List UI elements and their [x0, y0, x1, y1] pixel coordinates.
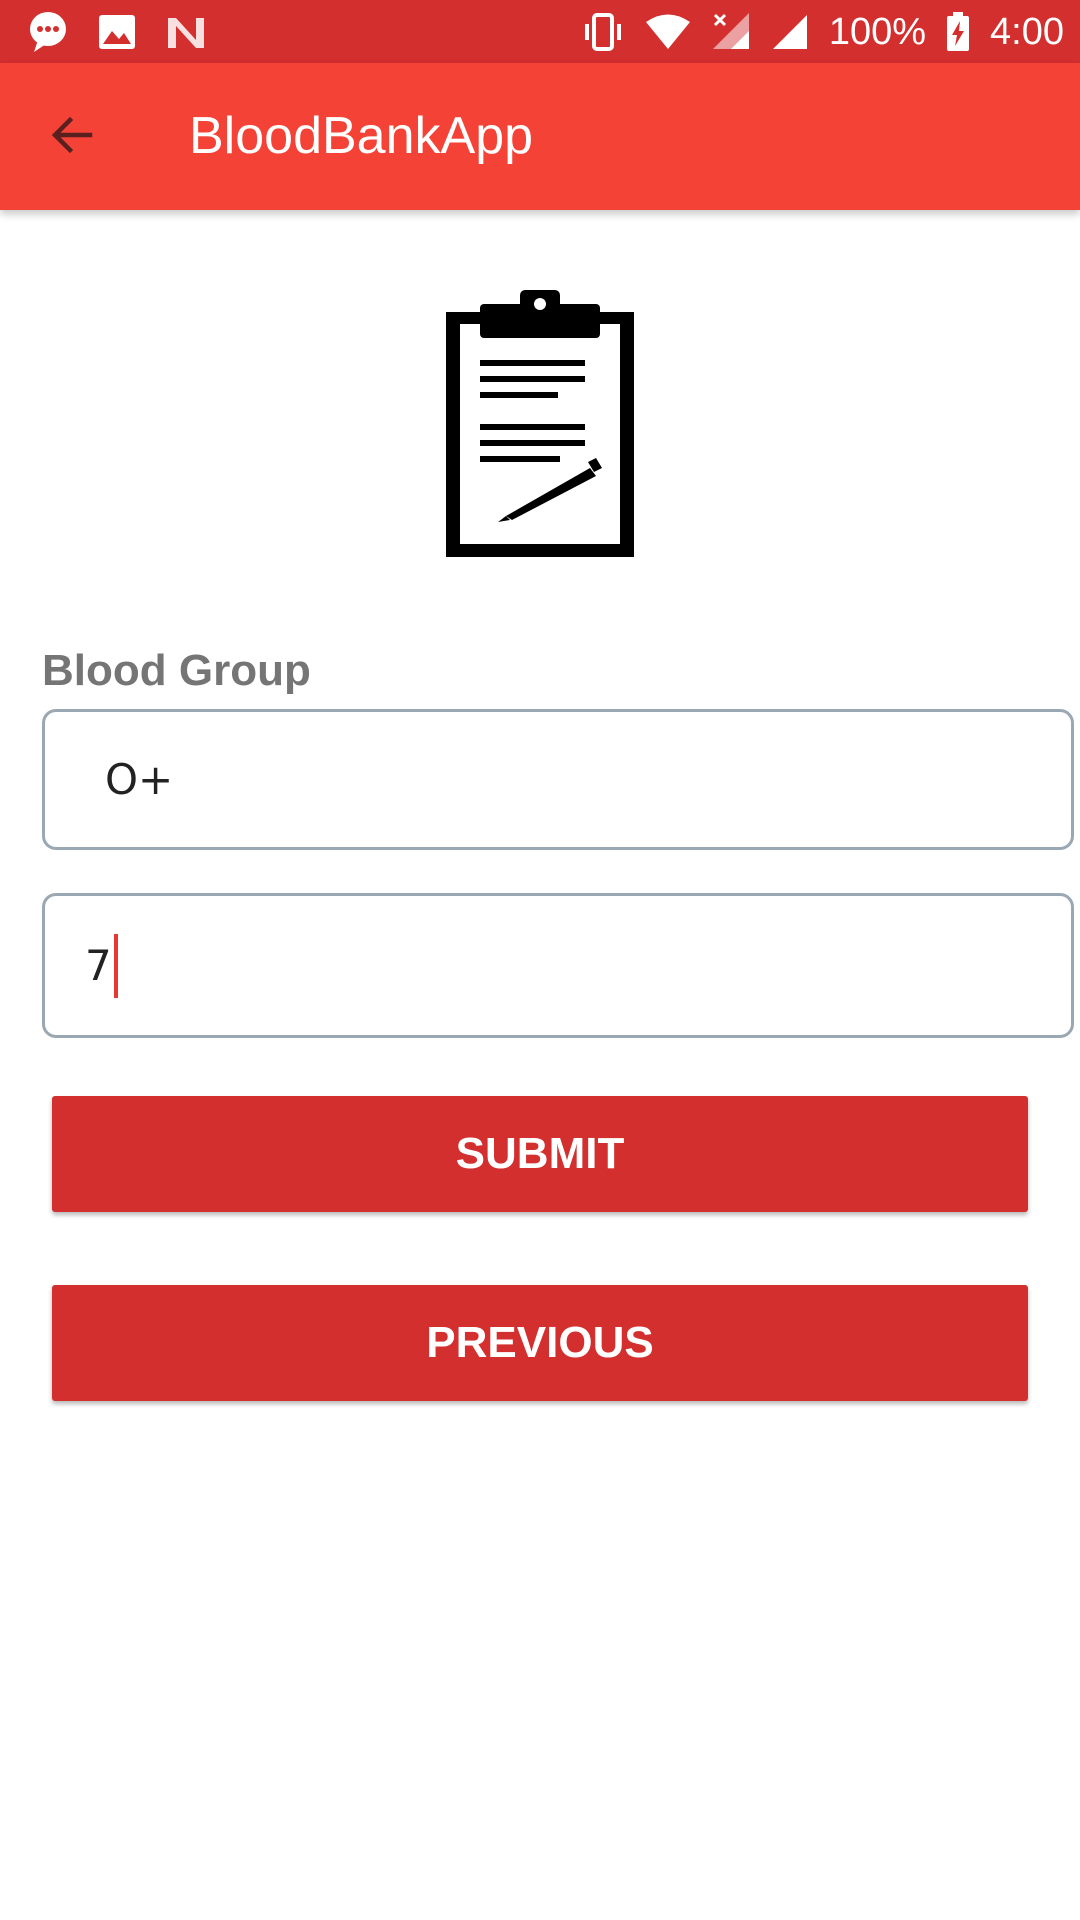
status-bar: 100% 4:00 [0, 0, 1080, 63]
app-bar: BloodBankApp [0, 63, 1080, 210]
clock: 4:00 [990, 10, 1064, 53]
units-field[interactable]: 7 [42, 893, 1074, 1038]
units-value: 7 [85, 941, 112, 990]
status-system: 100% 4:00 [581, 10, 1064, 54]
blood-group-label: Blood Group [42, 646, 311, 695]
submit-button[interactable]: SUBMIT [52, 1096, 1028, 1212]
wifi-icon [645, 13, 691, 51]
back-button[interactable] [30, 95, 114, 179]
arrow-back-icon [48, 111, 96, 163]
blood-group-value: O+ [105, 755, 174, 804]
battery-percent: 100% [828, 10, 927, 53]
previous-button[interactable]: PREVIOUS [52, 1285, 1028, 1401]
n-logo-icon [166, 14, 206, 50]
cell-signal-icon [771, 13, 809, 51]
text-caret [113, 933, 118, 998]
image-icon [98, 14, 136, 50]
app-title: BloodBankApp [189, 107, 534, 165]
vibrate-icon [581, 12, 625, 52]
messaging-icon [28, 10, 68, 54]
clipboard-icon [440, 290, 640, 560]
status-notifications [28, 10, 206, 54]
blood-group-field[interactable]: O+ [42, 709, 1074, 850]
battery-charging-icon [946, 12, 970, 52]
units-input-content: 7 [85, 896, 118, 1035]
screen: 100% 4:00 BloodBankApp Blood Group O+ 7 … [0, 0, 1080, 1920]
no-sim-signal-icon [711, 13, 751, 51]
